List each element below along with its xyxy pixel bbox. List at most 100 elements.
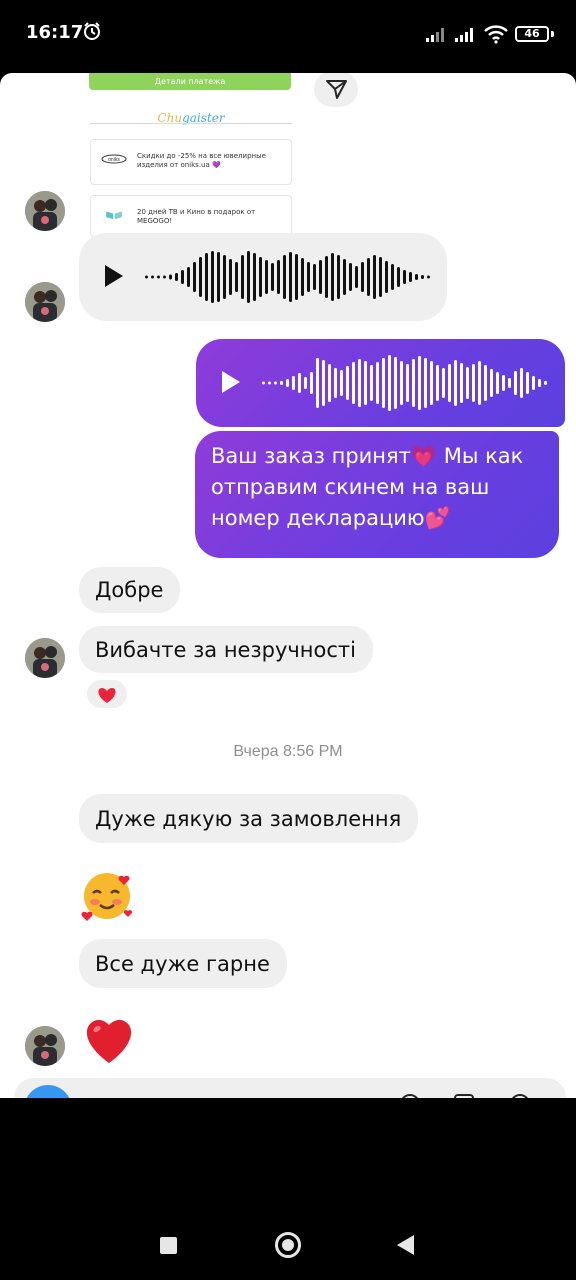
waveform-bar (520, 368, 523, 398)
avatar-image (25, 191, 65, 231)
back-button[interactable] (397, 1235, 414, 1255)
reaction-badge[interactable] (85, 678, 129, 710)
waveform-bar (460, 363, 463, 403)
waveform-bar (544, 381, 547, 385)
message-incoming[interactable]: Все дуже гарне (79, 939, 287, 988)
oniks-logo-icon: oniks (101, 154, 127, 164)
waveform-bar (466, 367, 469, 399)
waveform-bar (394, 357, 397, 409)
smiling-hearts-emoji[interactable] (80, 867, 136, 923)
waveform-bar (181, 270, 184, 284)
waveform-bar (454, 360, 457, 406)
waveform-bar (310, 372, 313, 394)
waveform-bar (319, 260, 322, 294)
waveform-bar (412, 359, 415, 407)
avatar[interactable] (25, 282, 65, 322)
waveform-bar (418, 356, 421, 410)
waveform-bar (400, 361, 403, 405)
play-icon[interactable] (222, 371, 240, 393)
alarm-icon (84, 22, 100, 40)
avatar[interactable] (25, 1026, 65, 1066)
waveform-bar (265, 260, 268, 294)
waveform-bar (199, 257, 202, 297)
waveform-bar (508, 378, 511, 388)
system-nav-bar (0, 1098, 576, 1280)
waveform-bar (277, 260, 280, 294)
home-button[interactable] (275, 1232, 301, 1258)
waveform-bar (292, 376, 295, 390)
waveform-bar (328, 364, 331, 402)
waveform-bar (346, 366, 349, 400)
camera-button[interactable] (24, 1085, 72, 1098)
waveform-bar (436, 365, 439, 401)
waveform-bar (502, 375, 505, 391)
recent-apps-button[interactable] (160, 1237, 177, 1254)
send-icon (326, 80, 347, 99)
shared-payment-card[interactable]: Детали платежа Chugaister oniks Скидки д… (80, 73, 302, 237)
signal-icon (426, 28, 444, 42)
voice-message-outgoing[interactable] (196, 339, 565, 427)
waveform-bar (169, 274, 172, 280)
waveform-bar (286, 379, 289, 387)
avatar-image (25, 1026, 65, 1066)
message-composer[interactable] (14, 1078, 566, 1098)
waveform-bar (271, 263, 274, 291)
waveform-bar (376, 362, 379, 404)
waveform-bar (163, 275, 166, 279)
waveform-bar (334, 368, 337, 398)
message-incoming[interactable]: Добре (79, 567, 181, 613)
waveform-bar (490, 369, 493, 397)
red-heart-emoji[interactable] (80, 1011, 138, 1067)
waveform-bar (313, 264, 316, 290)
ad-megogo-text: 20 дней ТВ и Кино в подарок от MEGOGO! (137, 208, 256, 225)
waveform[interactable] (143, 249, 443, 305)
waveform-bar (322, 360, 325, 406)
payment-details-button[interactable]: Детали платежа (89, 73, 291, 90)
waveform-bar (175, 273, 178, 281)
waveform-bar (355, 266, 358, 288)
status-time: 16:17 (26, 22, 84, 43)
play-icon[interactable] (105, 265, 123, 287)
waveform-bar (262, 381, 265, 385)
message-incoming[interactable]: Вибачте за незручності (79, 626, 373, 673)
share-button[interactable] (314, 73, 358, 107)
waveform-bar (217, 252, 220, 302)
avatar[interactable] (25, 638, 65, 678)
waveform-bar (448, 364, 451, 402)
chat-thread[interactable]: Детали платежа Chugaister oniks Скидки д… (0, 73, 576, 1098)
status-bar: 16:17 46 (0, 0, 576, 72)
waveform-bar (484, 365, 487, 401)
waveform-bar (337, 255, 340, 299)
message-incoming[interactable]: Дуже дякую за замовлення (79, 794, 419, 843)
waveform-bar (379, 257, 382, 297)
message-outgoing[interactable]: Ваш заказ принят💗 Мы как отправим скинем… (195, 431, 559, 558)
waveform-bar (325, 256, 328, 298)
waveform-bar (424, 358, 427, 408)
waveform-bar (538, 379, 541, 387)
red-heart-icon (86, 1019, 132, 1063)
waveform-bar (268, 381, 271, 385)
ad-megogo[interactable]: 20 дней ТВ и Кино в подарок от MEGOGO! (90, 195, 292, 237)
waveform-bar (229, 259, 232, 295)
waveform-bar (340, 370, 343, 396)
waveform-bar (403, 270, 406, 284)
avatar[interactable] (25, 191, 65, 231)
waveform-bar (187, 267, 190, 287)
waveform-bar (382, 358, 385, 408)
waveform-bar (193, 262, 196, 292)
waveform-bar (364, 361, 367, 405)
waveform-bar (295, 254, 298, 300)
battery-icon: 46 (515, 26, 549, 42)
waveform-bar (367, 258, 370, 296)
waveform[interactable] (260, 355, 560, 411)
waveform-bar (442, 368, 445, 398)
waveform-bar (352, 362, 355, 404)
battery-tip (551, 31, 554, 37)
waveform-bar (280, 381, 283, 385)
waveform-bar (409, 272, 412, 282)
voice-message-incoming[interactable] (79, 233, 447, 321)
waveform-bar (205, 253, 208, 301)
waveform-bar (316, 358, 319, 408)
ad-oniks[interactable]: oniks Скидки до -25% на все ювелирные из… (90, 139, 292, 185)
waveform-bar (247, 251, 250, 303)
